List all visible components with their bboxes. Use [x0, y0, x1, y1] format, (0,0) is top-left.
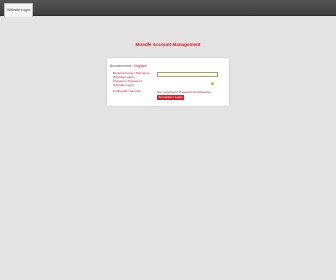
language-link[interactable]: Englisch [134, 64, 146, 68]
password-label-sub: (Moodle-Login) [113, 82, 134, 87]
forgot-password-link[interactable]: Sie vergessen? Passwort zurücksetzen [157, 90, 211, 94]
tab-website-login[interactable]: Website Login [4, 3, 33, 17]
password-label: Passwort / Password (Moodle-Login) [113, 79, 142, 88]
captcha-label-text: Prüfbegriff / Security [113, 89, 141, 93]
username-input[interactable] [157, 72, 218, 77]
captcha-label: Prüfbegriff / Security [113, 89, 141, 94]
page-title: Moodle Account Management [135, 42, 201, 47]
heading-text: Benutzername [110, 64, 132, 68]
field-status-icon [211, 82, 214, 85]
password-input[interactable] [157, 80, 218, 85]
login-button[interactable]: Anmelden / Login [157, 95, 184, 100]
panel-heading: Benutzername|Englisch [110, 64, 147, 68]
top-bar: Website Login [0, 0, 336, 17]
